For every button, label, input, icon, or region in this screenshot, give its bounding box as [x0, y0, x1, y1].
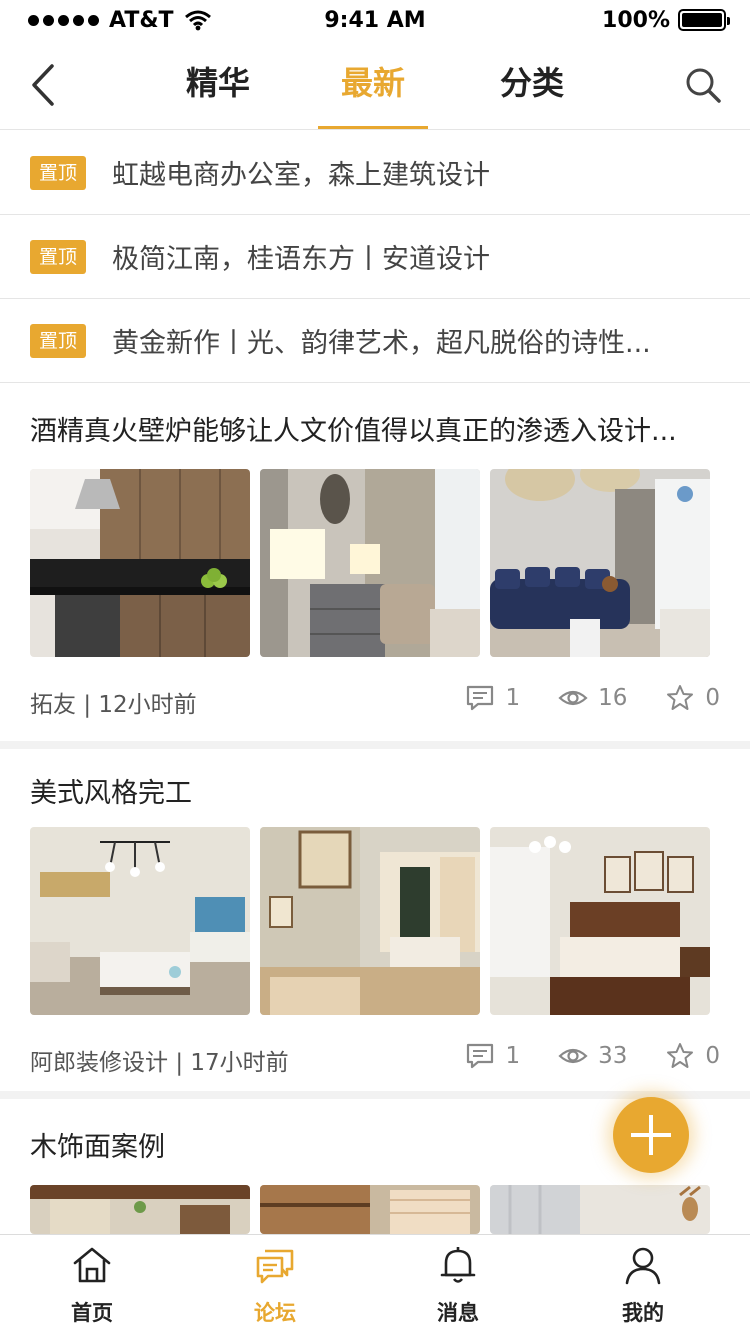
user-icon — [625, 1247, 661, 1285]
back-icon[interactable] — [28, 62, 58, 108]
tab-home[interactable]: 首页 — [32, 1235, 152, 1334]
post-title: 美式风格完工 — [30, 778, 192, 809]
tab-label-forum: 论坛 — [254, 1301, 296, 1325]
favorite-count: 0 — [705, 1043, 720, 1069]
star-icon[interactable] — [665, 1041, 695, 1071]
post-author[interactable]: 阿郎装修设计 — [30, 1050, 168, 1076]
post-image-wood-2[interactable] — [260, 1185, 480, 1234]
post-time: 17小时前 — [190, 1050, 289, 1076]
home-icon — [73, 1247, 111, 1283]
tab-label-home: 首页 — [71, 1301, 113, 1325]
post-card[interactable]: 酒精真火壁炉能够让人文价值得以真正的渗透入设计... 拓友 | 12小时前 1 … — [0, 383, 750, 749]
tab-profile[interactable]: 我的 — [583, 1235, 703, 1334]
star-icon[interactable] — [665, 683, 695, 713]
nav-bar: 精华 最新 分类 — [0, 40, 750, 130]
pinned-title: 黄金新作丨光、韵律艺术，超凡脱俗的诗性... — [112, 328, 651, 359]
bell-icon — [440, 1247, 476, 1283]
tab-bar: 首页 论坛 消息 我的 — [0, 1234, 750, 1334]
tab-zuixin[interactable]: 最新 — [318, 40, 428, 130]
post-image-wood-3[interactable] — [490, 1185, 710, 1234]
post-image-kitchen[interactable] — [30, 469, 250, 657]
post-stats: 1 33 0 — [465, 1041, 720, 1071]
post-time: 12小时前 — [98, 692, 197, 718]
status-right: 100% — [602, 7, 730, 33]
forum-icon — [256, 1249, 294, 1284]
post-image-sofa[interactable] — [490, 469, 710, 657]
post-meta: 拓友 | 12小时前 — [30, 685, 197, 719]
battery-icon — [678, 9, 730, 31]
tab-forum[interactable]: 论坛 — [215, 1235, 335, 1334]
post-image-bedroom[interactable] — [490, 827, 710, 1015]
pinned-badge: 置顶 — [30, 155, 86, 190]
meta-divider: | — [83, 692, 99, 718]
pinned-title: 极简江南，桂语东方丨安道设计 — [112, 244, 490, 275]
post-image-living[interactable] — [260, 469, 480, 657]
post-card[interactable]: 美式风格完工 阿郎装修设计 | 17小时前 1 33 0 — [0, 749, 750, 1099]
post-meta: 阿郎装修设计 | 17小时前 — [30, 1043, 289, 1077]
post-author[interactable]: 拓友 — [30, 692, 76, 718]
comment-icon[interactable] — [465, 683, 495, 713]
comment-icon[interactable] — [465, 1041, 495, 1071]
pinned-badge: 置顶 — [30, 323, 86, 358]
post-stats: 1 16 0 — [465, 683, 720, 713]
post-image-wood-1[interactable] — [30, 1185, 250, 1234]
pinned-item[interactable]: 置顶 极简江南，桂语东方丨安道设计 — [0, 215, 750, 299]
search-icon[interactable] — [684, 66, 722, 104]
comment-count: 1 — [505, 685, 521, 711]
tab-messages[interactable]: 消息 — [398, 1235, 518, 1334]
active-tab-indicator — [318, 126, 428, 129]
favorite-count: 0 — [705, 685, 720, 711]
view-count: 16 — [598, 685, 628, 711]
view-icon — [558, 1048, 588, 1064]
battery-percent: 100% — [602, 7, 670, 33]
tab-label-profile: 我的 — [622, 1301, 664, 1325]
tab-jinghua[interactable]: 精华 — [163, 40, 273, 130]
post-image-dining[interactable] — [30, 827, 250, 1015]
pinned-item[interactable]: 置顶 虹越电商办公室，森上建筑设计 — [0, 131, 750, 215]
tab-fenlei[interactable]: 分类 — [477, 40, 587, 130]
meta-divider: | — [175, 1050, 191, 1076]
comment-count: 1 — [505, 1043, 521, 1069]
view-icon — [558, 690, 588, 706]
status-bar: AT&T 9:41 AM 100% — [0, 0, 750, 40]
view-count: 33 — [598, 1043, 628, 1069]
pinned-item[interactable]: 置顶 黄金新作丨光、韵律艺术，超凡脱俗的诗性... — [0, 299, 750, 383]
post-title: 酒精真火壁炉能够让人文价值得以真正的渗透入设计... — [30, 416, 677, 447]
add-post-button[interactable] — [613, 1097, 689, 1173]
pinned-badge: 置顶 — [30, 239, 86, 274]
post-image-hall[interactable] — [260, 827, 480, 1015]
tab-label-messages: 消息 — [437, 1301, 479, 1325]
pinned-title: 虹越电商办公室，森上建筑设计 — [112, 160, 490, 191]
